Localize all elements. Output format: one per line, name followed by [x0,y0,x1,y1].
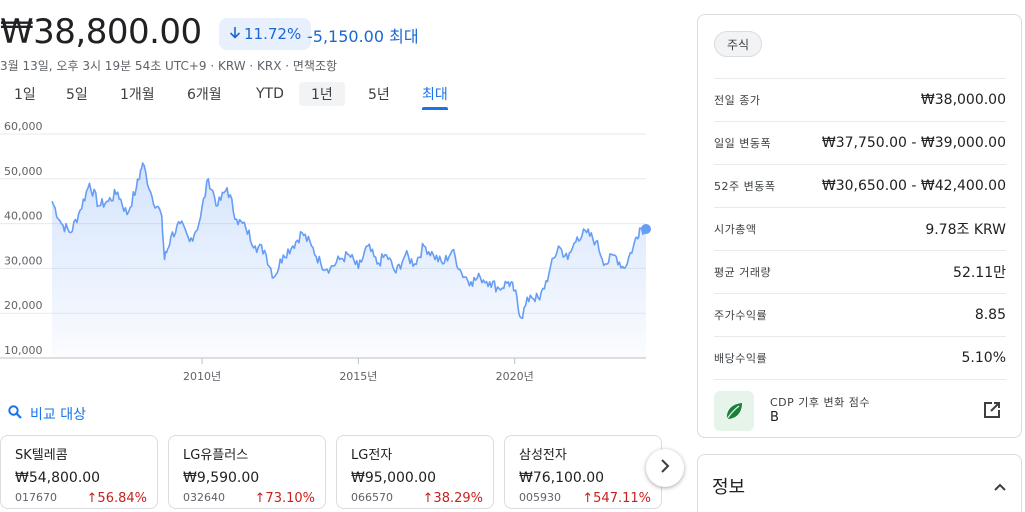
info-panel[interactable]: 정보 [697,454,1022,512]
stat-label: 시가총액 [714,223,757,236]
card-change: ↑56.84% [86,491,147,506]
next-cards-button[interactable] [646,449,684,487]
x-tick-label: 2015년 [339,370,377,383]
arrow-down-icon [229,25,241,43]
range-tabs: 1일 5일 1개월 6개월 YTD 1년 5년 최대 [0,82,470,110]
leaf-icon [714,391,754,431]
compare-button[interactable]: 비교 대상 [8,404,86,424]
y-tick-label: 30,000 [4,254,43,267]
card-price: ₩9,590.00 [183,470,260,486]
arrow-up-icon: ↑ [254,491,266,506]
card-code: 032640 [183,491,225,504]
chevron-up-icon[interactable] [993,477,1007,496]
x-tick-label: 2010년 [183,370,221,383]
compare-card[interactable]: LG전자 ₩95,000.00 066570 ↑38.29% [336,435,494,509]
tab-1d[interactable]: 1일 [2,82,48,106]
quote-meta: 3월 13일, 오후 3시 19분 54초 UTC+9 · KRW · KRX … [0,59,338,73]
stat-label: 일일 변동폭 [714,137,772,150]
card-name: 삼성전자 [519,448,567,463]
stock-price: ₩38,800.00 [0,12,202,52]
tab-max[interactable]: 최대 [410,82,460,110]
compare-card[interactable]: 삼성전자 ₩76,100.00 005930 ↑547.11% [504,435,662,509]
stat-value: 52.11만 [953,265,1006,281]
stat-value: ₩38,000.00 [920,92,1006,108]
cdp-value: B [770,410,779,425]
y-tick-label: 10,000 [4,344,43,357]
type-chip[interactable]: 주식 [714,31,763,57]
card-price: ₩76,100.00 [519,470,605,486]
tab-1m[interactable]: 1개월 [108,82,167,106]
card-code: 005930 [519,491,561,504]
stat-value: ₩37,750.00 - ₩39,000.00 [821,135,1006,151]
x-tick-label: 2020년 [496,370,534,383]
card-price: ₩54,800.00 [15,470,101,486]
cdp-score-row: CDP 기후 변화 점수 B [714,379,1006,439]
stat-label: 주가수익률 [714,309,768,322]
change-percent: 11.72% [244,25,302,43]
tab-5y[interactable]: 5년 [356,82,402,106]
stat-row: 시가총액 9.78조 KRW [714,207,1006,250]
stats-list: 전일 종가 ₩38,000.00 일일 변동폭 ₩37,750.00 - ₩39,0… [714,78,1006,379]
change-absolute: -5,150.00 최대 [307,23,419,47]
chart-area [52,163,646,358]
arrow-up-icon: ↑ [422,491,434,506]
card-code: 017670 [15,491,57,504]
compare-label: 비교 대상 [30,407,86,423]
compare-cards: SK텔레콤 ₩54,800.00 017670 ↑56.84% LG유플러스 ₩… [0,435,662,512]
stat-value: 9.78조 KRW [925,222,1006,238]
stats-panel: 주식 전일 종가 ₩38,000.00 일일 변동폭 ₩37,750.00 - ₩3… [697,14,1022,438]
compare-card[interactable]: LG유플러스 ₩9,590.00 032640 ↑73.10% [168,435,326,509]
card-name: LG전자 [351,448,393,463]
stat-label: 전일 종가 [714,94,761,107]
stat-row: 배당수익률 5.10% [714,336,1006,379]
tab-5d[interactable]: 5일 [54,82,100,106]
card-price: ₩95,000.00 [351,470,437,486]
arrow-up-icon: ↑ [86,491,98,506]
arrow-up-icon: ↑ [582,491,594,506]
tab-ytd[interactable]: YTD [244,82,296,106]
y-tick-label: 50,000 [4,165,43,178]
card-change: ↑547.11% [582,491,651,506]
change-absolute-value: -5,150.00 [307,27,385,46]
stat-label: 52주 변동폭 [714,180,776,193]
stat-row: 일일 변동폭 ₩37,750.00 - ₩39,000.00 [714,121,1006,164]
price-chart[interactable]: 10,000 20,000 30,000 40,000 50,000 60,000 201… [0,122,660,392]
stat-row: 평균 거래량 52.11만 [714,250,1006,293]
card-change: ↑73.10% [254,491,315,506]
chart-end-point [641,223,651,234]
card-code: 066570 [351,491,393,504]
cdp-label: CDP 기후 변화 점수 [770,396,870,409]
stat-value: 8.85 [974,307,1006,323]
chevron-right-icon [659,458,671,478]
stat-value: 5.10% [961,350,1006,366]
compare-card[interactable]: SK텔레콤 ₩54,800.00 017670 ↑56.84% [0,435,158,509]
card-change: ↑38.29% [422,491,483,506]
stat-value: ₩30,650.00 - ₩42,400.00 [821,178,1006,194]
stat-label: 배당수익률 [714,352,768,365]
y-tick-label: 40,000 [4,210,43,223]
change-percent-badge: 11.72% [219,18,312,50]
stat-row: 전일 종가 ₩38,000.00 [714,78,1006,121]
tab-1y[interactable]: 1년 [299,82,345,106]
y-tick-label: 20,000 [4,299,43,312]
change-range-label: 최대 [389,27,419,46]
stat-row: 52주 변동폭 ₩30,650.00 - ₩42,400.00 [714,164,1006,207]
stat-label: 평균 거래량 [714,266,772,279]
open-in-new-icon[interactable] [982,400,1002,424]
card-name: LG유플러스 [183,448,249,463]
card-name: SK텔레콤 [15,448,68,463]
search-icon [8,405,22,423]
y-tick-label: 60,000 [4,122,43,133]
info-title: 정보 [712,477,746,498]
stat-row: 주가수익률 8.85 [714,293,1006,336]
tab-6m[interactable]: 6개월 [175,82,234,106]
